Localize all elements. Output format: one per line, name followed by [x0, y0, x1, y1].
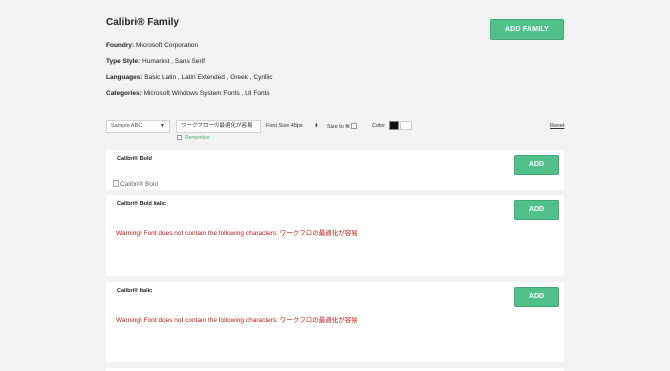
missing-characters-warning: Warning! Font does not contain the follo…: [116, 230, 358, 237]
font-card-bold: Calibri® Bold ADD Calibri® Bold: [106, 150, 564, 190]
family-title: Calibri® Family: [106, 17, 179, 28]
foundry-label: Foundry:: [106, 42, 135, 49]
add-font-button[interactable]: ADD: [514, 287, 559, 307]
reset-link[interactable]: Reset: [550, 123, 564, 129]
chevron-down-icon: ▼: [160, 123, 165, 129]
broken-image-icon: [113, 180, 119, 187]
languages-row: Languages: Basic Latin , Latin Extended …: [106, 74, 273, 81]
font-card-bold-italic: Calibri® Bold Italic ADD Warning! Font d…: [106, 195, 564, 276]
font-preview-alt: Calibri® Bold: [120, 181, 159, 188]
font-size-control[interactable]: Font Size 48px ⬍: [266, 123, 318, 129]
font-card-title: Calibri® Italic: [117, 288, 153, 294]
family-header: Calibri® Family Foundry: Microsoft Corpo…: [0, 0, 670, 112]
type-style-row: Type Style: Humanist , Sans Serif: [106, 58, 205, 65]
size-to-fit-option[interactable]: Size to fit: [327, 123, 357, 130]
size-to-fit-label: Size to fit: [327, 124, 350, 130]
foreground-color-swatch[interactable]: [389, 121, 399, 130]
remember-label: Remember: [185, 135, 210, 141]
type-style-value: Humanist , Sans Serif: [142, 58, 205, 65]
languages-value: Basic Latin , Latin Extended , Greek , C…: [144, 74, 273, 81]
categories-row: Categories: Microsoft Windows System Fon…: [106, 90, 270, 97]
sample-text-input[interactable]: ワークフローの最適化が容易: [176, 120, 261, 133]
font-card-italic: Calibri® Italic ADD Warning! Font does n…: [106, 282, 564, 362]
type-style-label: Type Style:: [106, 58, 141, 65]
remember-option[interactable]: Remember: [177, 135, 210, 141]
font-card-title: Calibri® Bold Italic: [117, 201, 166, 207]
sample-select[interactable]: Sample ABC ▼: [106, 120, 170, 133]
categories-value: Microsoft Windows System Fonts , UI Font…: [143, 90, 270, 97]
categories-label: Categories:: [106, 90, 142, 97]
preview-toolbar: Sample ABC ▼ ワークフローの最適化が容易 Remember Font…: [0, 112, 670, 144]
size-to-fit-checkbox[interactable]: [350, 123, 357, 129]
add-font-button[interactable]: ADD: [514, 155, 559, 175]
missing-characters-warning: Warning! Font does not contain the follo…: [116, 317, 358, 324]
background-color-swatch[interactable]: [400, 121, 412, 130]
languages-label: Languages:: [106, 74, 143, 81]
color-label: Color: [372, 123, 386, 129]
spinner-arrows-icon[interactable]: ⬍: [314, 123, 318, 129]
foundry-row: Foundry: Microsoft Corporation: [106, 42, 198, 49]
add-font-button[interactable]: ADD: [514, 200, 559, 220]
sample-select-value: Sample ABC: [111, 123, 143, 129]
foundry-value: Microsoft Corporation: [135, 42, 199, 49]
font-card-title: Calibri® Bold: [117, 156, 152, 162]
font-preview-image: Calibri® Bold: [113, 180, 158, 188]
add-family-button[interactable]: ADD FAMILY: [490, 19, 564, 40]
font-size-label: Font Size 48px: [266, 123, 303, 129]
remember-checkbox[interactable]: [177, 135, 182, 140]
